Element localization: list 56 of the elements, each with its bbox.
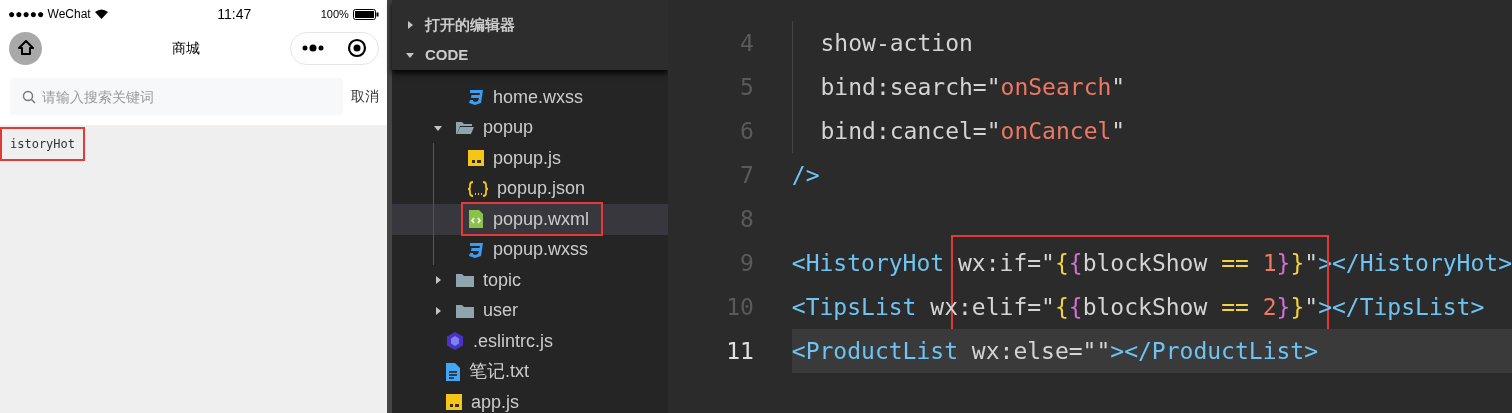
folder-icon [454,302,475,319]
home-icon [16,39,35,57]
js-file-icon [444,393,463,412]
file-name: popup [482,116,533,140]
cancel-button[interactable]: 取消 [350,86,379,107]
component-text: istoryHot [2,129,84,159]
more-icon[interactable] [302,44,325,52]
search-icon [22,90,36,104]
file-item[interactable]: 笔记.txt [391,356,668,387]
caret-down-icon [404,50,415,60]
page-title: 商城 [171,38,200,58]
file-name: app.js [470,390,519,413]
css-file-icon [466,88,485,107]
file-name: 笔记.txt [468,360,529,384]
code-line: <ProductList wx:else=""></ProductList> [791,336,1319,366]
file-name: home.wxss [492,85,583,109]
status-time: 11:47 [217,4,252,24]
file-name: .eslintrc.js [472,329,553,353]
file-name: topic [482,268,521,292]
code-line: bind:cancel="onCancel" [820,116,1126,146]
hexagon-icon [444,331,465,352]
folder-item[interactable]: topic [391,265,668,296]
file-name: user [482,299,518,323]
section-header[interactable]: CODE [391,40,668,70]
code-file-icon [466,209,485,230]
file-name: popup.wxss [492,238,588,262]
file-item[interactable]: .eslintrc.js [391,326,668,357]
carrier-label: ●●●●● WeChat [8,6,91,23]
file-name: popup.json [496,177,585,201]
file-name: popup.js [492,146,561,170]
document-icon [444,361,461,382]
braces-icon [466,179,489,198]
search-field[interactable]: 请输入搜索关键词 [10,78,343,115]
css-file-icon [466,240,485,259]
section-header[interactable]: 打开的编辑器 [391,10,668,40]
file-item[interactable]: home.wxss [391,82,668,113]
file-item[interactable]: popup.wxml [391,204,668,235]
file-item[interactable]: popup.json [391,173,668,204]
folder-icon [454,272,475,289]
close-target-icon[interactable] [346,38,367,58]
home-button[interactable] [9,31,42,65]
open-folder-icon [454,119,475,136]
folder-item[interactable]: user [391,295,668,326]
js-file-icon [466,149,485,168]
wifi-icon [94,9,108,19]
code-line: bind:search="onSearch" [820,72,1126,102]
code-line: /> [791,160,820,190]
file-item[interactable]: app.js [391,387,668,413]
line-number: 11 [725,336,754,366]
code-line: show-action [820,28,973,58]
file-item[interactable]: popup.js [391,143,668,174]
battery-percent: 100% [320,6,349,22]
file-name: popup.wxml [492,207,589,231]
battery-icon [352,8,379,20]
folder-item[interactable]: popup [391,112,668,143]
file-item[interactable]: popup.wxss [391,234,668,265]
